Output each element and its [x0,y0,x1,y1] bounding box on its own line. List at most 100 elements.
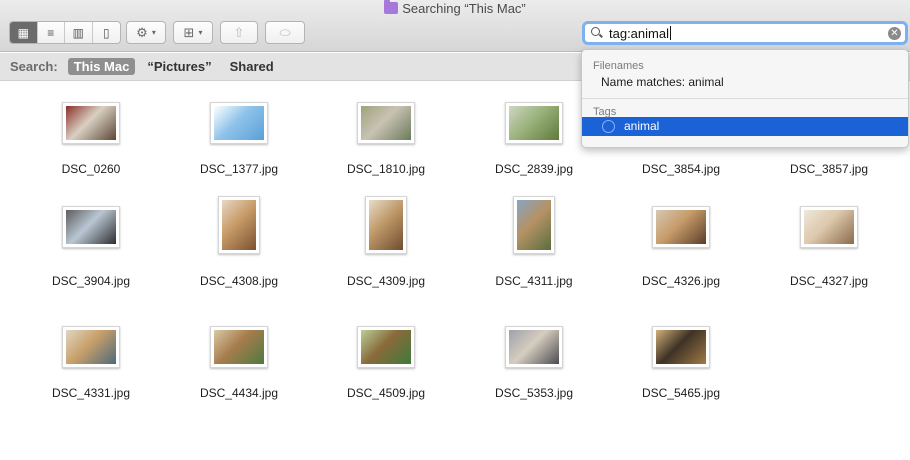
photo-image [66,106,116,140]
tag-icon: ⬭ [279,24,291,40]
scope-label: Search: [10,59,58,74]
share-button[interactable]: ⇧ [220,21,258,44]
file-name: DSC_4331.jpg [51,386,131,400]
file-name: DSC_3854.jpg [641,162,721,176]
suggestion-tag-label: animal [624,119,660,133]
file-item[interactable]: DSC_4311.jpg [460,194,608,304]
photo-image [361,330,411,364]
list-view-icon: ≡ [47,25,55,40]
file-item[interactable]: DSC_5465.jpg [607,306,755,416]
file-item[interactable]: DSC_3904.jpg [17,194,165,304]
file-name: DSC_5465.jpg [641,386,721,400]
photo-image [369,200,403,250]
file-name: DSC_4308.jpg [199,274,279,288]
photo-image [517,200,551,250]
photo-image [222,200,256,250]
text-cursor [669,26,671,40]
tag-color-icon [602,120,615,133]
photo-image [66,210,116,244]
file-thumbnail[interactable] [505,326,563,368]
file-name: DSC_4327.jpg [789,274,869,288]
file-name: DSC_4509.jpg [346,386,426,400]
file-item[interactable]: DSC_1377.jpg [165,82,313,192]
suggestion-tag-animal[interactable]: animal [582,117,908,136]
file-thumbnail[interactable] [210,102,268,144]
search-icon [591,27,603,39]
file-thumbnail[interactable] [513,196,555,254]
icon-view-button[interactable]: ▦ [10,22,38,43]
file-name: DSC_2839.jpg [494,162,574,176]
file-name: DSC_4311.jpg [495,274,573,288]
window-title-text: Searching “This Mac” [402,1,526,16]
file-name: DSC_3904.jpg [51,274,131,288]
column-view-button[interactable]: ▥ [65,22,93,43]
suggestion-header-filenames: Filenames [593,60,644,72]
file-thumbnail[interactable] [210,326,268,368]
file-thumbnail[interactable] [62,206,120,248]
file-item[interactable]: DSC_4308.jpg [165,194,313,304]
file-thumbnail[interactable] [62,326,120,368]
cover-flow-view-button[interactable]: ▯ [93,22,120,43]
photo-image [509,106,559,140]
file-item[interactable]: DSC_0260 [17,82,165,192]
file-thumbnail[interactable] [652,206,710,248]
suggestion-name-matches[interactable]: Name matches: animal [582,73,908,92]
chevron-down-icon: ▾ [198,28,203,37]
cover-flow-icon: ▯ [102,25,110,40]
scope-this-mac[interactable]: This Mac [67,58,136,75]
search-input[interactable]: tag:animal [609,26,669,41]
file-item[interactable]: DSC_4509.jpg [312,306,460,416]
photo-image [66,330,116,364]
file-item[interactable]: DSC_4434.jpg [165,306,313,416]
file-name: DSC_3857.jpg [789,162,869,176]
toolbar: Searching “This Mac” ▦ ≡ ▥ ▯ ⚙ ▾ ⊞ ▾ ⇧ ⬭ t… [0,0,910,52]
file-item[interactable]: DSC_4309.jpg [312,194,460,304]
photo-image [214,106,264,140]
view-mode-control: ▦ ≡ ▥ ▯ [9,21,121,44]
file-thumbnail[interactable] [357,102,415,144]
column-view-icon: ▥ [72,25,84,40]
file-name: DSC_0260 [61,162,121,176]
file-thumbnail[interactable] [62,102,120,144]
photo-image [804,210,854,244]
share-icon: ⇧ [233,24,245,40]
search-field[interactable]: tag:animal ✕ [582,21,908,45]
smart-folder-icon [384,0,399,14]
file-thumbnail[interactable] [652,326,710,368]
file-name: DSC_1377.jpg [199,162,279,176]
photo-image [361,106,411,140]
arrange-menu-button[interactable]: ⊞ ▾ [173,21,213,44]
gear-icon: ⚙ [136,24,148,40]
tags-button[interactable]: ⬭ [265,21,305,44]
file-thumbnail[interactable] [365,196,407,254]
search-suggestions-menu: Filenames Name matches: animal Tags anim… [581,49,909,148]
file-name: DSC_4309.jpg [346,274,426,288]
suggestion-header-tags: Tags [593,106,617,118]
file-thumbnail[interactable] [800,206,858,248]
list-view-button[interactable]: ≡ [38,22,65,43]
chevron-down-icon: ▾ [151,28,156,37]
arrange-grid-icon: ⊞ [183,24,195,40]
clear-search-icon[interactable]: ✕ [888,27,901,40]
photo-image [656,330,706,364]
photo-image [656,210,706,244]
file-thumbnail[interactable] [218,196,260,254]
file-item[interactable]: DSC_4326.jpg [607,194,755,304]
file-item[interactable]: DSC_4331.jpg [17,306,165,416]
file-item[interactable]: DSC_5353.jpg [460,306,608,416]
file-name: DSC_4326.jpg [641,274,721,288]
file-thumbnail[interactable] [357,326,415,368]
scope-shared[interactable]: Shared [224,58,280,75]
window-title: Searching “This Mac” [0,0,910,16]
file-name: DSC_5353.jpg [494,386,574,400]
photo-image [509,330,559,364]
file-item[interactable]: DSC_4327.jpg [755,194,903,304]
file-name: DSC_1810.jpg [346,162,426,176]
icon-view-grid-icon: ▦ [17,25,29,40]
photo-image [214,330,264,364]
action-menu-button[interactable]: ⚙ ▾ [126,21,166,44]
file-name: DSC_4434.jpg [199,386,279,400]
file-item[interactable]: DSC_1810.jpg [312,82,460,192]
file-thumbnail[interactable] [505,102,563,144]
scope-pictures[interactable]: “Pictures” [141,58,217,75]
